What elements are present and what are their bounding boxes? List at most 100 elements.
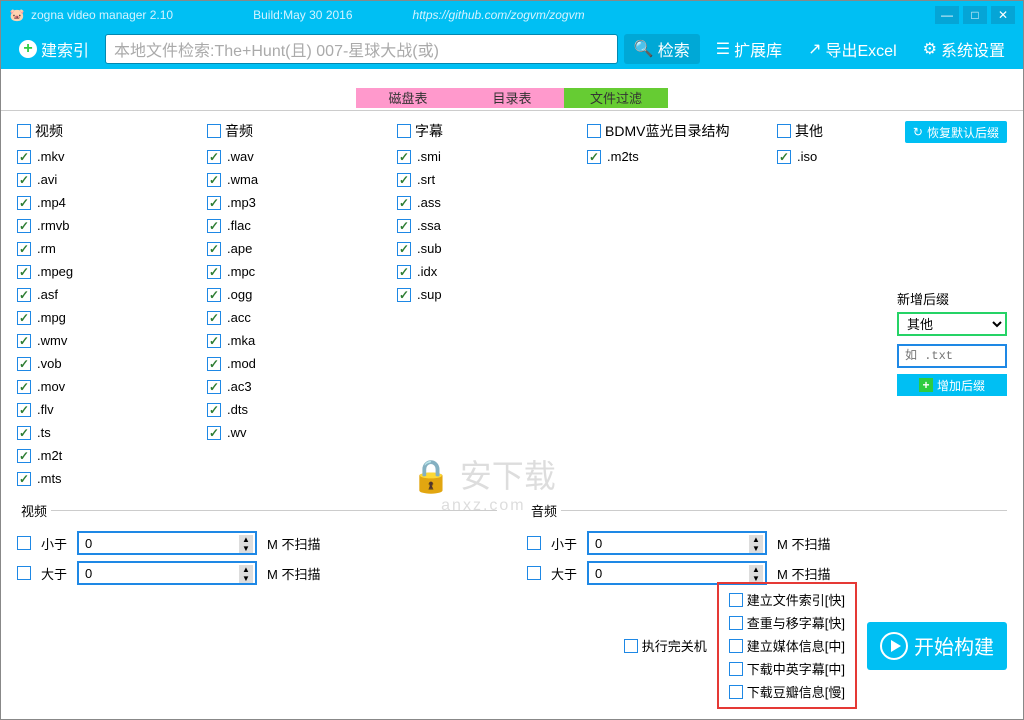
- ext-checkbox[interactable]: [207, 219, 221, 233]
- ext-checkbox[interactable]: [207, 403, 221, 417]
- opt4-checkbox[interactable]: [729, 662, 743, 676]
- minimize-button[interactable]: —: [935, 6, 959, 24]
- ext-checkbox[interactable]: [207, 311, 221, 325]
- audio-header-label: 音频: [225, 121, 253, 141]
- ext-checkbox[interactable]: [207, 196, 221, 210]
- ext-checkbox[interactable]: [17, 265, 31, 279]
- ext-checkbox[interactable]: [397, 288, 411, 302]
- ext-label: .ogg: [227, 287, 252, 302]
- ext-checkbox[interactable]: [17, 357, 31, 371]
- ext-label: .sub: [417, 241, 442, 256]
- category-select[interactable]: 其他: [897, 312, 1007, 336]
- search-button[interactable]: 🔍 检索: [624, 34, 700, 64]
- ext-checkbox[interactable]: [207, 150, 221, 164]
- shutdown-label: 执行完关机: [642, 636, 707, 655]
- other-header-checkbox[interactable]: [777, 124, 791, 138]
- list-icon: ☰: [716, 39, 730, 59]
- ext-checkbox[interactable]: [17, 472, 31, 486]
- ext-checkbox[interactable]: [207, 242, 221, 256]
- video-lt-input[interactable]: 0▲▼: [77, 531, 257, 555]
- plus-icon: [919, 378, 933, 392]
- ext-label: .m2t: [37, 448, 62, 463]
- video-gt-checkbox[interactable]: [17, 566, 31, 580]
- ext-checkbox[interactable]: [17, 242, 31, 256]
- plus-icon: [19, 40, 37, 58]
- audio-scan-title: 音频: [527, 501, 561, 520]
- opt5-checkbox[interactable]: [729, 685, 743, 699]
- ext-checkbox[interactable]: [397, 265, 411, 279]
- audio-header-checkbox[interactable]: [207, 124, 221, 138]
- add-extension-button[interactable]: 增加后缀: [897, 374, 1007, 396]
- bdmv-header-label: BDMV蓝光目录结构: [605, 121, 729, 141]
- tab-row: 磁盘表 目录表 文件过滤: [1, 85, 1023, 111]
- ext-checkbox[interactable]: [17, 288, 31, 302]
- add-ext-label: 新增后缀: [897, 289, 1007, 308]
- ext-checkbox[interactable]: [397, 219, 411, 233]
- ext-checkbox[interactable]: [17, 196, 31, 210]
- ext-checkbox[interactable]: [397, 150, 411, 164]
- ext-checkbox[interactable]: [207, 380, 221, 394]
- opt2-checkbox[interactable]: [729, 616, 743, 630]
- other-header-label: 其他: [795, 121, 823, 141]
- video-scan-title: 视频: [17, 501, 51, 520]
- ext-checkbox[interactable]: [17, 311, 31, 325]
- ext-label: .ac3: [227, 379, 252, 394]
- ext-checkbox[interactable]: [207, 334, 221, 348]
- ext-label: .mod: [227, 356, 256, 371]
- opt1-checkbox[interactable]: [729, 593, 743, 607]
- close-button[interactable]: ✕: [991, 6, 1015, 24]
- ext-checkbox[interactable]: [17, 334, 31, 348]
- ext-checkbox[interactable]: [207, 426, 221, 440]
- audio-lt-input[interactable]: 0▲▼: [587, 531, 767, 555]
- subtitle-header-checkbox[interactable]: [397, 124, 411, 138]
- ext-checkbox[interactable]: [17, 219, 31, 233]
- ext-checkbox[interactable]: [587, 150, 601, 164]
- ext-checkbox[interactable]: [17, 380, 31, 394]
- ext-checkbox[interactable]: [207, 357, 221, 371]
- ext-label: .iso: [797, 149, 817, 164]
- extend-lib-button[interactable]: ☰ 扩展库: [706, 34, 792, 64]
- ext-label: .idx: [417, 264, 437, 279]
- ext-checkbox[interactable]: [207, 288, 221, 302]
- ext-checkbox[interactable]: [397, 242, 411, 256]
- ext-checkbox[interactable]: [17, 449, 31, 463]
- tab-dir[interactable]: 目录表: [460, 88, 564, 108]
- ext-label: .ass: [417, 195, 441, 210]
- build-index-button[interactable]: 建索引: [9, 34, 99, 64]
- ext-checkbox[interactable]: [777, 150, 791, 164]
- maximize-button[interactable]: □: [963, 6, 987, 24]
- ext-label: .mov: [37, 379, 65, 394]
- bdmv-header-checkbox[interactable]: [587, 124, 601, 138]
- ext-checkbox[interactable]: [17, 173, 31, 187]
- video-lt-checkbox[interactable]: [17, 536, 31, 550]
- ext-checkbox[interactable]: [17, 150, 31, 164]
- audio-gt-checkbox[interactable]: [527, 566, 541, 580]
- ext-checkbox[interactable]: [17, 403, 31, 417]
- tab-disk[interactable]: 磁盘表: [356, 88, 460, 108]
- ext-label: .mka: [227, 333, 255, 348]
- build-options-box: 建立文件索引[快] 查重与移字幕[快] 建立媒体信息[中] 下载中英字幕[中] …: [717, 582, 857, 709]
- ext-checkbox[interactable]: [207, 173, 221, 187]
- tab-filter[interactable]: 文件过滤: [564, 88, 668, 108]
- shutdown-checkbox[interactable]: [624, 639, 638, 653]
- ext-label: .mp3: [227, 195, 256, 210]
- search-input[interactable]: 本地文件检索:The+Hunt(且) 007-星球大战(或): [105, 34, 618, 64]
- repo-url: https://github.com/zogvm/zogvm: [413, 8, 585, 22]
- ext-checkbox[interactable]: [17, 426, 31, 440]
- extension-input[interactable]: [897, 344, 1007, 368]
- start-build-button[interactable]: 开始构建: [867, 622, 1007, 670]
- ext-checkbox[interactable]: [207, 265, 221, 279]
- add-extension-panel: 新增后缀 其他 增加后缀: [897, 289, 1007, 396]
- ext-label: .flv: [37, 402, 54, 417]
- audio-lt-checkbox[interactable]: [527, 536, 541, 550]
- ext-label: .wav: [227, 149, 254, 164]
- system-settings-button[interactable]: ⚙ 系统设置: [913, 34, 1015, 64]
- video-header-checkbox[interactable]: [17, 124, 31, 138]
- export-excel-button[interactable]: ↗ 导出Excel: [798, 34, 907, 64]
- ext-checkbox[interactable]: [397, 173, 411, 187]
- ext-checkbox[interactable]: [397, 196, 411, 210]
- restore-defaults-button[interactable]: ↻ 恢复默认后缀: [905, 121, 1007, 143]
- opt3-checkbox[interactable]: [729, 639, 743, 653]
- ext-label: .avi: [37, 172, 57, 187]
- ext-label: .rmvb: [37, 218, 70, 233]
